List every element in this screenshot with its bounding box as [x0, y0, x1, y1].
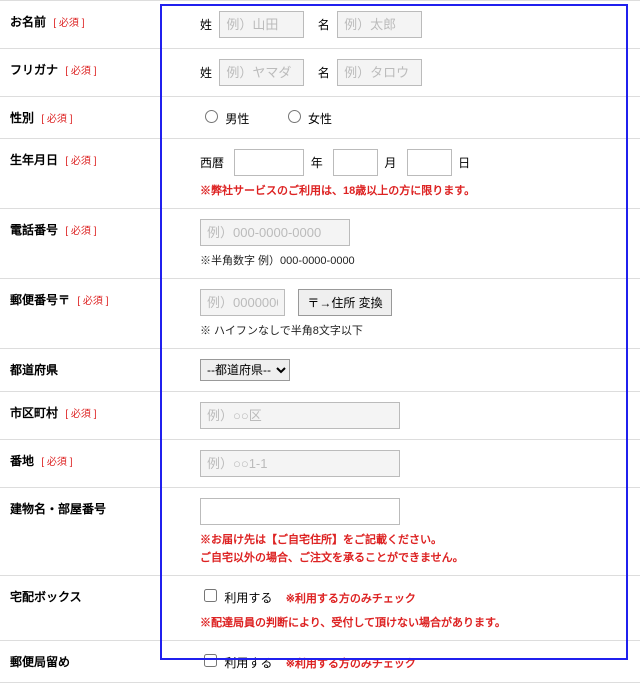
gender-label: 性別: [10, 111, 34, 125]
birth-month-input[interactable]: [333, 149, 378, 176]
era-label: 西暦: [200, 154, 224, 171]
year-unit: 年: [311, 154, 323, 171]
month-unit: 月: [384, 154, 396, 171]
surname-input[interactable]: [219, 11, 304, 38]
kana-label: フリガナ: [10, 63, 58, 77]
birth-label: 生年月日: [10, 153, 58, 167]
phone-note: ※半角数字 例）000-0000-0000: [200, 252, 632, 268]
gender-male-text: 男性: [225, 112, 249, 126]
required-badge: [ 必須 ]: [65, 66, 96, 77]
required-badge: [ 必須 ]: [41, 114, 72, 125]
deliverybox-label: 宅配ボックス: [10, 590, 82, 604]
city-input[interactable]: [200, 402, 400, 429]
postoffice-option[interactable]: 利用する: [200, 656, 276, 670]
postal-note: ※ ハイフンなしで半角8文字以下: [200, 322, 632, 338]
postoffice-checkbox[interactable]: [204, 654, 217, 667]
required-badge: [ 必須 ]: [53, 18, 84, 29]
deliverybox-warning: ※配達局員の判断により、受付して頂けない場合があります。: [200, 614, 632, 630]
gender-male-option[interactable]: 男性: [200, 112, 253, 126]
required-badge: [ 必須 ]: [77, 296, 108, 307]
firstname-kana-input[interactable]: [337, 59, 422, 86]
deliverybox-option[interactable]: 利用する: [200, 591, 276, 605]
street-label: 番地: [10, 454, 34, 468]
required-badge: [ 必須 ]: [65, 409, 96, 420]
birth-day-input[interactable]: [407, 149, 452, 176]
building-warning-1: ※お届け先は【ご自宅住所】をご記載ください。: [200, 531, 632, 547]
gender-female-option[interactable]: 女性: [283, 112, 332, 126]
street-input[interactable]: [200, 450, 400, 477]
firstname-input[interactable]: [337, 11, 422, 38]
building-label: 建物名・部屋番号: [10, 502, 106, 516]
prefecture-label: 都道府県: [10, 363, 58, 377]
city-label: 市区町村: [10, 406, 58, 420]
mei-label: 名: [318, 16, 330, 33]
gender-female-radio[interactable]: [288, 110, 301, 123]
required-badge: [ 必須 ]: [65, 156, 96, 167]
postoffice-use-text: 利用する: [224, 656, 272, 670]
postoffice-hint: ※利用する方のみチェック: [286, 658, 416, 670]
mei-kana-label: 名: [318, 64, 330, 81]
postoffice-label: 郵便局留め: [10, 655, 70, 669]
building-warning-2: ご自宅以外の場合、ご注文を承ることができません。: [200, 549, 632, 565]
registration-form: お名前 [ 必須 ] 姓 名 フリガナ [ 必須 ] 姓 名: [0, 0, 640, 683]
deliverybox-checkbox[interactable]: [204, 589, 217, 602]
birth-year-input[interactable]: [234, 149, 304, 176]
phone-label: 電話番号: [10, 223, 58, 237]
deliverybox-use-text: 利用する: [224, 591, 272, 605]
name-label: お名前: [10, 15, 46, 29]
deliverybox-hint: ※利用する方のみチェック: [286, 593, 416, 605]
phone-input[interactable]: [200, 219, 350, 246]
postal-convert-button[interactable]: 〒→住所 変換: [298, 289, 391, 316]
postal-label: 郵便番号〒: [10, 293, 70, 307]
surname-kana-input[interactable]: [219, 59, 304, 86]
building-input[interactable]: [200, 498, 400, 525]
prefecture-select[interactable]: --都道府県--: [200, 359, 290, 381]
birth-warning: ※弊社サービスのご利用は、18歳以上の方に限ります。: [200, 182, 632, 198]
required-badge: [ 必須 ]: [65, 226, 96, 237]
gender-female-text: 女性: [308, 112, 332, 126]
day-unit: 日: [458, 154, 470, 171]
sei-kana-label: 姓: [200, 64, 212, 81]
sei-label: 姓: [200, 16, 212, 33]
postal-input[interactable]: [200, 289, 285, 316]
required-badge: [ 必須 ]: [41, 457, 72, 468]
gender-male-radio[interactable]: [205, 110, 218, 123]
